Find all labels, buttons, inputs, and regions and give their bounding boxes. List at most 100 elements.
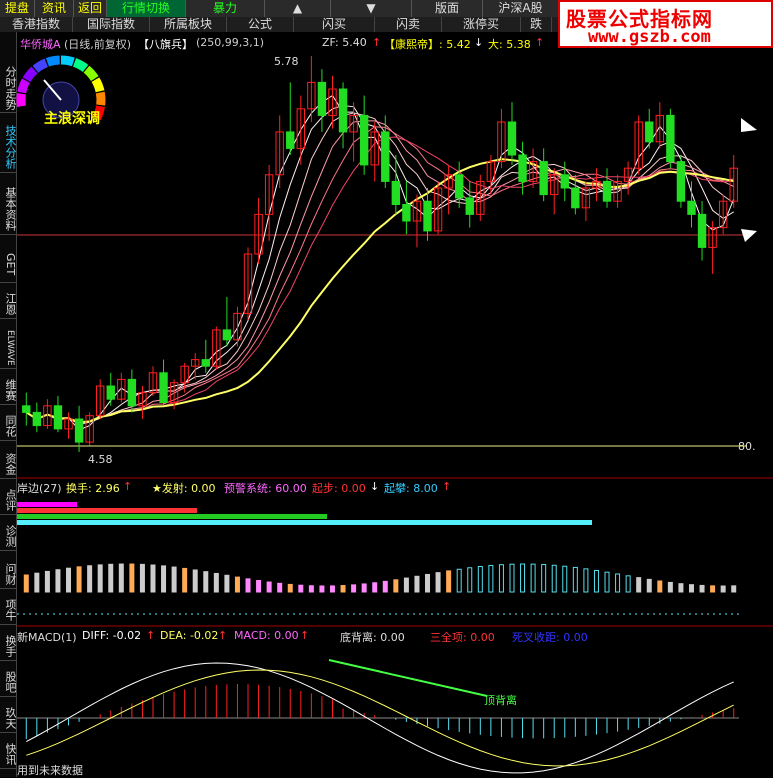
panel2-column: [605, 572, 609, 592]
sidebar-item-technical[interactable]: 技术分析: [0, 122, 16, 173]
intl-index-tab[interactable]: 国际指数: [73, 17, 150, 32]
scroll-down-button[interactable]: ▼: [331, 0, 412, 17]
sidebar-item-comment[interactable]: 点评: [0, 486, 16, 515]
flash-buy-tab[interactable]: 闪买: [294, 17, 375, 32]
candle-body: [572, 188, 579, 208]
panel2-column: [637, 578, 641, 592]
candle-body: [603, 181, 610, 201]
panel2-column: [383, 581, 387, 592]
panel2-column: [330, 586, 334, 592]
panel2-column: [341, 586, 345, 592]
panel2-column: [668, 582, 672, 592]
violence-button[interactable]: 暴力: [186, 0, 265, 17]
news-button[interactable]: 资讯: [35, 0, 74, 17]
panel2-column: [98, 565, 102, 592]
flash-sell-tab[interactable]: 闪卖: [375, 17, 442, 32]
panel2-column: [732, 586, 736, 592]
panel2-column: [542, 565, 546, 592]
panel2-column: [183, 568, 187, 592]
limit-up-buy-tab[interactable]: 涨停买: [442, 17, 521, 32]
left-sidebar: 分时走势 技术分析 基本资料 GET 江恩 ELWAVE 维赛 同花 资金 点评…: [0, 32, 17, 777]
panel2-column: [563, 566, 567, 592]
panel2-column: [204, 572, 208, 592]
ma-line: [26, 106, 733, 425]
market-switch-button[interactable]: 行情切换: [107, 0, 186, 17]
panel2-column: [457, 569, 461, 592]
panel2-column: [711, 586, 715, 592]
panel2-column: [24, 575, 28, 592]
back-button[interactable]: 返回: [74, 0, 107, 17]
candle-body: [382, 132, 389, 182]
candle-body: [688, 201, 695, 214]
panel2-column: [278, 583, 282, 592]
panel2-column: [658, 581, 662, 592]
panel2-column: [267, 582, 271, 592]
ma-line: [26, 121, 733, 422]
panel2-column: [552, 565, 556, 592]
panel2-strength-bar: [17, 508, 197, 513]
sidebar-item-gann[interactable]: 江恩: [0, 290, 16, 319]
panel2-strength-bar: [17, 520, 592, 525]
panel2-bars: [17, 502, 739, 614]
sidebar-item-elwave[interactable]: ELWAVE: [0, 328, 16, 369]
panel2-column: [510, 564, 514, 592]
panel2-column: [700, 585, 704, 592]
sidebar-item-jiutian[interactable]: 玖天: [0, 704, 16, 733]
drop-tab[interactable]: 跌: [521, 17, 552, 32]
sidebar-item-wencai[interactable]: 问财: [0, 560, 16, 589]
panel2-column: [109, 564, 113, 592]
panel2-column: [573, 567, 577, 592]
chart-canvas[interactable]: [17, 32, 773, 777]
hk-index-tab[interactable]: 香港指数: [0, 17, 73, 32]
panel2-column: [679, 584, 683, 592]
panel2-column: [151, 565, 155, 592]
sidebar-item-forum[interactable]: 股吧: [0, 668, 16, 697]
sidebar-item-diagnose[interactable]: 诊测: [0, 522, 16, 551]
panel2-column: [320, 586, 324, 592]
panel2-strength-bar: [17, 514, 327, 519]
sidebar-item-news[interactable]: 快讯: [0, 740, 16, 769]
scroll-up-button[interactable]: ▲: [265, 0, 331, 17]
candle-body: [561, 175, 568, 188]
sidebar-item-tonghua[interactable]: 同花: [0, 412, 16, 441]
layout-button[interactable]: 版面: [412, 0, 483, 17]
candle-body: [392, 181, 399, 204]
panel2-column: [309, 586, 313, 592]
candle-body: [75, 419, 82, 442]
panel2-column: [67, 568, 71, 592]
panel2-column: [352, 585, 356, 592]
panel2-column: [436, 573, 440, 592]
panel2-column: [499, 565, 503, 592]
sector-tab[interactable]: 所属板块: [150, 17, 227, 32]
panel2-column: [468, 568, 472, 592]
macd-panel: [17, 660, 739, 773]
candle-body: [466, 198, 473, 215]
panel2-column: [225, 575, 229, 592]
sidebar-item-get[interactable]: GET: [0, 246, 16, 283]
candle-body: [287, 132, 294, 149]
panel2-column: [246, 579, 250, 592]
candle-body: [202, 360, 209, 367]
candle-body: [54, 406, 61, 429]
shsz-a-button[interactable]: 沪深A股: [483, 0, 559, 17]
candle-body: [677, 162, 684, 202]
panel2-strength-bar: [17, 502, 77, 507]
sidebar-item-fundamentals[interactable]: 基本资料: [0, 184, 16, 235]
panel2-column: [394, 580, 398, 592]
sidebar-item-xiangniu[interactable]: 项牛: [0, 596, 16, 625]
sidebar-item-weisai[interactable]: 维赛: [0, 376, 16, 405]
candle-body: [33, 412, 40, 425]
tianpan-button[interactable]: 提盘: [0, 0, 35, 17]
panel2-column: [119, 564, 123, 592]
panel2-column: [288, 584, 292, 592]
candle-body: [160, 373, 167, 403]
panel2-column: [594, 570, 598, 592]
formula-tab[interactable]: 公式: [227, 17, 294, 32]
candle-body: [519, 155, 526, 181]
sidebar-item-fund[interactable]: 资金: [0, 450, 16, 479]
panel2-column: [88, 566, 92, 592]
sidebar-item-turnover[interactable]: 换手: [0, 632, 16, 661]
sidebar-item-intraday[interactable]: 分时走势: [0, 64, 16, 113]
candle-body: [318, 82, 325, 115]
panel2-column: [362, 584, 366, 592]
